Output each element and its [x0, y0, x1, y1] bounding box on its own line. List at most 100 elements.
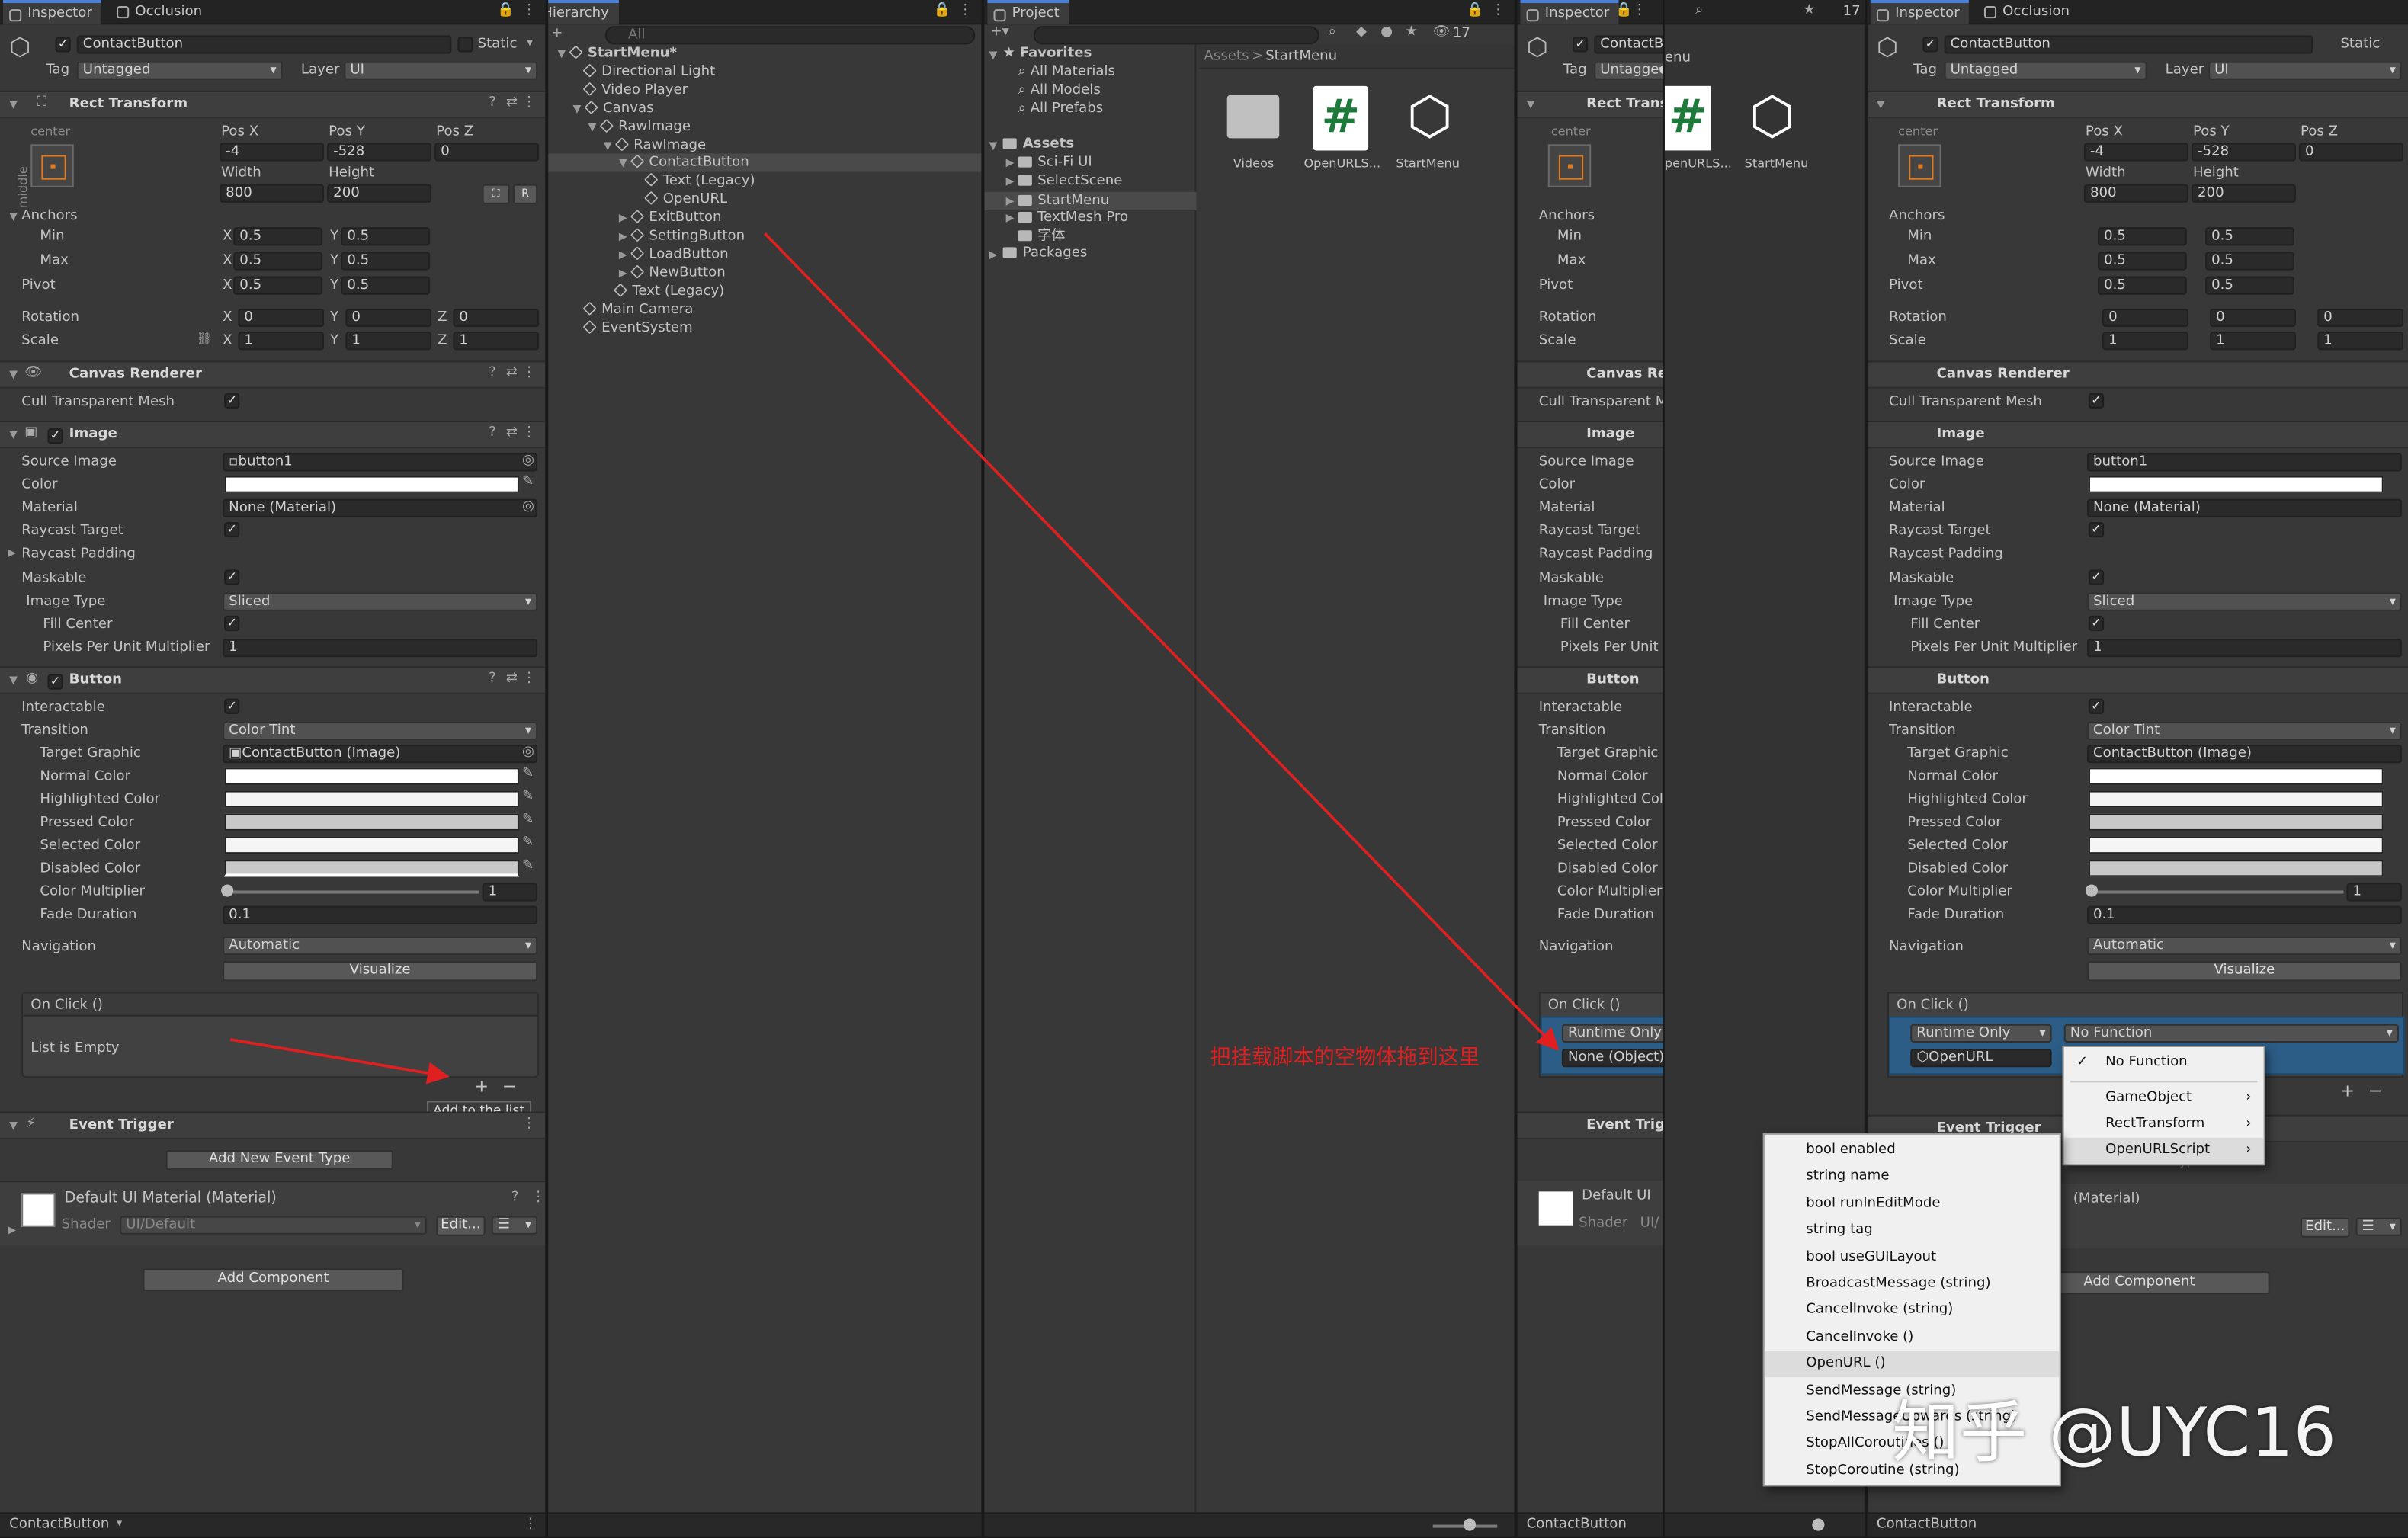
more-menu-icon[interactable]: ⋮ [522, 671, 536, 686]
selected-color-swatch[interactable] [224, 836, 519, 854]
posx-field[interactable]: -4 [220, 143, 325, 162]
favorite-star-icon[interactable]: ★ [1405, 25, 1417, 40]
chevron-down-icon[interactable]: ▾ [527, 36, 533, 49]
material-field[interactable]: None (Material) [2086, 498, 2402, 517]
layer-dropdown[interactable]: UI [2208, 61, 2402, 80]
assets-folder[interactable]: Assets [1002, 137, 1074, 152]
rot-x-field[interactable]: 0 [238, 308, 325, 328]
favorite-all-prefabs[interactable]: ⌕ All Prefabs [1018, 102, 1103, 117]
more-menu-icon[interactable]: ⋮ [522, 96, 536, 111]
eyedropper-icon[interactable]: ✎ [522, 790, 534, 805]
foldout-arrow-icon[interactable]: ▼ [1877, 99, 1885, 111]
image-type-dropdown[interactable]: Sliced [223, 592, 538, 611]
hierarchy-item[interactable]: Directional Light [548, 62, 981, 81]
folder-font[interactable]: ▶ 字体 [1006, 229, 1065, 244]
hierarchy-item[interactable]: ▼ RawImage [548, 117, 981, 136]
pressed-color-swatch[interactable] [224, 813, 519, 831]
foldout-arrow-icon[interactable]: ▼ [619, 157, 630, 169]
max-x-field[interactable]: 0.5 [2098, 252, 2187, 271]
hierarchy-item[interactable]: ▼ Canvas [548, 99, 981, 117]
lock-icon[interactable]: 🔒 [1467, 4, 1484, 18]
function-dropdown[interactable]: No Function [2063, 1024, 2399, 1043]
canvas-renderer-header[interactable]: Canvas Re [1517, 360, 1663, 389]
hierarchy-item[interactable]: ▶ LoadButton [548, 245, 981, 264]
method-menu-item[interactable]: OpenURL () [1764, 1351, 2060, 1378]
favorite-all-materials[interactable]: ⌕ All Materials [1018, 66, 1115, 80]
disabled-color-swatch[interactable] [2088, 860, 2384, 877]
more-menu-icon[interactable]: ⋮ [522, 366, 536, 381]
edit-shader-button[interactable]: Edit... [436, 1216, 486, 1236]
search-by-type-icon[interactable]: ⌕ [1329, 25, 1336, 40]
raycast-target-checkbox[interactable]: ✓ [224, 521, 240, 538]
hierarchy-item[interactable]: ▼ StartMenu* [548, 44, 981, 62]
foldout-arrow-icon[interactable]: ▼ [1527, 99, 1535, 111]
layer-dropdown[interactable]: UI [344, 61, 538, 80]
foldout-arrow-icon[interactable]: ▼ [9, 1120, 18, 1132]
method-menu-item[interactable]: bool enabled [1765, 1138, 2060, 1164]
slider-knob[interactable] [1463, 1518, 1477, 1531]
source-image-field[interactable]: button1 [2086, 453, 2402, 472]
hierarchy-item[interactable]: ▼ RawImage [548, 136, 981, 154]
object-slot-field[interactable]: ⬡OpenURL [1910, 1049, 2052, 1068]
hierarchy-item[interactable]: OpenURL [548, 191, 981, 209]
color-multiplier-slider[interactable] [227, 890, 479, 894]
more-menu-icon[interactable]: ⋮ [524, 1518, 537, 1533]
target-graphic-field[interactable]: ▣ContactButton (Image) [223, 745, 538, 764]
menu-item-recttransform[interactable]: RectTransform › [2064, 1112, 2264, 1138]
rect-transform-header[interactable]: ▼ Rect Transform [1867, 90, 2408, 119]
foldout-arrow-icon[interactable]: ▼ [604, 139, 615, 151]
method-menu-item[interactable]: CancelInvoke (string) [1765, 1298, 2060, 1324]
ppu-field[interactable]: 1 [2086, 639, 2402, 658]
min-x-field[interactable]: 0.5 [233, 227, 323, 246]
canvas-renderer-header[interactable]: ▼ 👁 Canvas Renderer ? ⇄ ⋮ [0, 360, 546, 389]
height-field[interactable]: 200 [327, 184, 432, 203]
posx-field[interactable]: -4 [2083, 143, 2188, 162]
image-type-dropdown[interactable]: Sliced [2086, 592, 2402, 611]
add-component-button[interactable]: Add Component [143, 1268, 404, 1292]
constrain-proportions-icon[interactable]: ⛓ [197, 332, 212, 345]
min-y-field[interactable]: 0.5 [341, 227, 431, 246]
favorite-star-icon[interactable]: ★ [1803, 4, 1815, 18]
transition-dropdown[interactable]: Color Tint [223, 721, 538, 741]
status-object-label[interactable]: ContactButton [1877, 1518, 1977, 1533]
color-swatch[interactable] [224, 476, 519, 493]
anchor-preset-button[interactable] [1547, 144, 1592, 187]
width-field[interactable]: 800 [220, 184, 325, 203]
rot-y-field[interactable]: 0 [2210, 308, 2296, 328]
fill-center-checkbox[interactable]: ✓ [2088, 615, 2105, 632]
more-menu-icon[interactable]: ⋮ [531, 1190, 545, 1205]
color-multiplier-field[interactable]: 1 [482, 883, 538, 902]
tab-occlusion[interactable]: Occlusion [1978, 0, 2079, 24]
tab-inspector[interactable]: Inspector [3, 0, 101, 25]
add-icon[interactable]: + [551, 27, 563, 41]
min-y-field[interactable]: 0.5 [2205, 227, 2294, 246]
rect-transform-header[interactable]: Rect Trans ▼ [1517, 90, 1663, 119]
create-menu-icon[interactable]: +▾ [990, 25, 1008, 40]
event-trigger-header[interactable]: ▼ ⚡ Event Trigger ⋮ [0, 1111, 546, 1139]
pivot-x-field[interactable]: 0.5 [233, 276, 323, 295]
tab-inspector[interactable]: Inspector [1870, 0, 1969, 25]
method-menu-item[interactable]: bool useGUILayout [1765, 1245, 2060, 1270]
eyedropper-icon[interactable]: ✎ [522, 813, 534, 828]
scale-x-field[interactable]: 1 [238, 332, 325, 351]
more-menu-icon[interactable]: ⋮ [522, 1117, 536, 1132]
highlighted-color-swatch[interactable] [2088, 790, 2384, 808]
tag-dropdown[interactable]: Untagged [76, 61, 283, 80]
lock-icon[interactable]: 🔒 [1615, 4, 1633, 18]
object-picker-icon[interactable]: ◎ [522, 453, 534, 468]
cull-checkbox[interactable]: ✓ [224, 393, 240, 409]
menu-item-gameobject[interactable]: GameObject › [2064, 1085, 2264, 1111]
hierarchy-item[interactable]: Video Player [548, 81, 981, 99]
eyedropper-icon[interactable]: ✎ [522, 859, 534, 873]
pivot-x-field[interactable]: 0.5 [2098, 276, 2187, 295]
fade-duration-field[interactable]: 0.1 [223, 905, 538, 924]
active-checkbox[interactable]: ✓ [1573, 37, 1589, 53]
static-checkbox[interactable] [457, 37, 473, 53]
hierarchy-item[interactable]: ▶ NewButton [548, 264, 981, 282]
asset-videos[interactable]: Videos [1221, 86, 1283, 178]
min-x-field[interactable]: 0.5 [2098, 227, 2187, 246]
foldout-arrow-icon[interactable]: ▼ [9, 370, 18, 381]
method-menu-item[interactable]: BroadcastMessage (string) [1765, 1271, 2060, 1297]
rot-z-field[interactable]: 0 [453, 308, 540, 328]
foldout-arrow-icon[interactable]: ▶ [619, 267, 630, 279]
